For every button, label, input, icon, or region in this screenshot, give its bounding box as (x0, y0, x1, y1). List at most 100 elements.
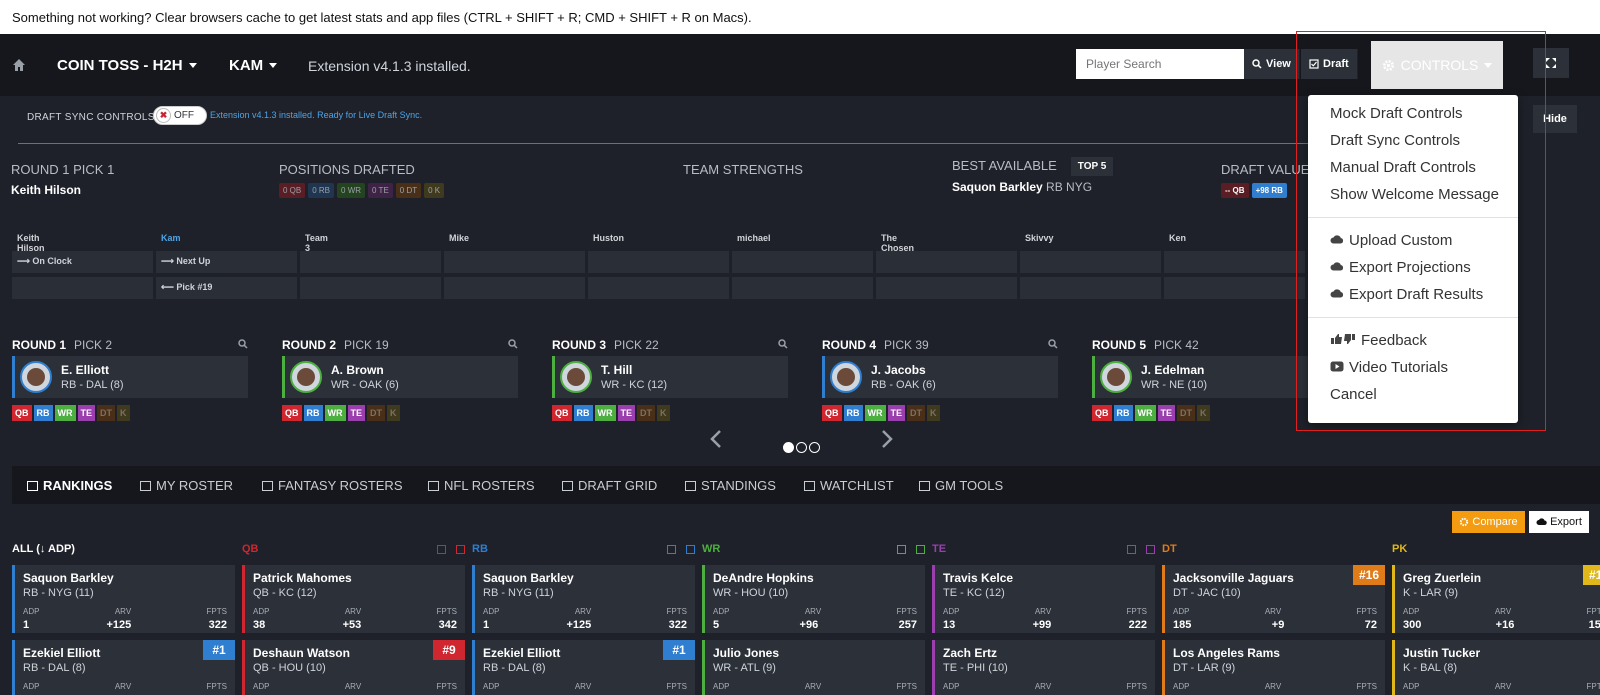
position-chip-qb[interactable]: QB (1092, 405, 1112, 421)
ranking-card[interactable]: Justin Tucker K - BAL (8) ADP ARV FPTS (1392, 640, 1600, 695)
view-button[interactable]: View (1244, 49, 1300, 79)
tab-draft-grid[interactable]: DRAFT GRID (562, 478, 657, 493)
search-icon[interactable] (508, 338, 518, 352)
position-chip-wr[interactable]: WR (864, 405, 886, 421)
cloud-download-icon (1536, 518, 1547, 525)
grid-icon[interactable] (1127, 544, 1136, 554)
compare-button[interactable]: Compare (1452, 511, 1525, 533)
position-chip-wr[interactable]: WR (324, 405, 346, 421)
position-chip-qb[interactable]: QB (822, 405, 842, 421)
position-chip-te[interactable]: TE (77, 405, 96, 421)
search-icon[interactable] (238, 338, 248, 352)
player-card[interactable]: J. Jacobs RB - OAK (6) (822, 356, 1058, 398)
ranking-card[interactable]: Julio Jones WR - ATL (9) ADP ARV FPTS (702, 640, 925, 695)
menu-item-mock-draft-controls[interactable]: Mock Draft Controls (1330, 105, 1463, 122)
ranking-card[interactable]: Travis Kelce TE - KC (12) ADP ARV FPTS 13 +99 2… (932, 565, 1155, 633)
menu-item-draft-sync-controls[interactable]: Draft Sync Controls (1330, 132, 1460, 149)
tree-icon[interactable] (1146, 544, 1155, 554)
tab-standings[interactable]: STANDINGS (685, 478, 776, 493)
ranking-card[interactable]: DeAndre Hopkins WR - HOU (10) ADP ARV FPTS 5 +… (702, 565, 925, 633)
top5-button[interactable]: TOP 5 (1070, 157, 1114, 176)
position-chip-k[interactable]: K (657, 405, 670, 421)
player-search-input[interactable] (1076, 49, 1244, 79)
team-dropdown[interactable]: KAM (229, 57, 278, 74)
position-chip-te[interactable]: TE (347, 405, 366, 421)
export-button[interactable]: Export (1529, 511, 1589, 533)
tree-icon[interactable] (456, 544, 465, 554)
home-icon[interactable] (12, 58, 26, 72)
ranking-card[interactable]: Zach Ertz TE - PHI (10) ADP ARV FPTS (932, 640, 1155, 695)
menu-item-upload-custom[interactable]: Upload Custom (1330, 232, 1452, 249)
carousel-dot[interactable] (796, 442, 807, 453)
ranking-card[interactable]: Saquon Barkley RB - NYG (11) ADP ARV FPTS 1 +1… (12, 565, 235, 633)
position-chip-k[interactable]: K (1197, 405, 1210, 421)
grid-icon[interactable] (437, 544, 446, 554)
ranking-card[interactable]: Ezekiel Elliott RB - DAL (8) ADP ARV FPTS #1 (472, 640, 695, 695)
position-chip-k[interactable]: K (927, 405, 940, 421)
league-dropdown[interactable]: COIN TOSS - H2H (57, 57, 197, 74)
position-chip-rb[interactable]: RB (573, 405, 593, 421)
menu-item-show-welcome-message[interactable]: Show Welcome Message (1330, 186, 1499, 203)
position-chip-rb[interactable]: RB (303, 405, 323, 421)
menu-item-feedback[interactable]: Feedback (1330, 332, 1427, 349)
search-icon[interactable] (1048, 338, 1058, 352)
position-chip-rb[interactable]: RB (843, 405, 863, 421)
position-chip-dt[interactable]: DT (367, 405, 386, 421)
menu-item-cancel[interactable]: Cancel (1330, 386, 1377, 403)
sync-toggle[interactable]: ✖ OFF (153, 106, 207, 125)
ranking-card[interactable]: Ezekiel Elliott RB - DAL (8) ADP ARV FPTS #1 (12, 640, 235, 695)
player-card[interactable]: A. Brown WR - OAK (6) (282, 356, 518, 398)
tab-watchlist[interactable]: WATCHLIST (804, 478, 894, 493)
ranking-card[interactable]: Patrick Mahomes QB - KC (12) ADP ARV FPTS 38 +… (242, 565, 465, 633)
tab-rankings[interactable]: RANKINGS (27, 478, 112, 493)
tree-icon[interactable] (916, 544, 925, 554)
position-chip-rb[interactable]: RB (1113, 405, 1133, 421)
ranking-card[interactable]: Deshaun Watson QB - HOU (10) ADP ARV FPTS #9 (242, 640, 465, 695)
menu-item-manual-draft-controls[interactable]: Manual Draft Controls (1330, 159, 1476, 176)
tree-icon[interactable] (686, 544, 695, 554)
carousel-dot[interactable] (809, 442, 820, 453)
carousel-dot[interactable] (783, 442, 794, 453)
hide-button[interactable]: Hide (1533, 105, 1577, 133)
menu-item-export-projections[interactable]: Export Projections (1330, 259, 1471, 276)
menu-item-video-tutorials[interactable]: Video Tutorials (1330, 359, 1448, 376)
position-chip-te[interactable]: TE (887, 405, 906, 421)
position-chip-dt[interactable]: DT (97, 405, 116, 421)
ranking-card[interactable]: Saquon Barkley RB - NYG (11) ADP ARV FPTS 1 +1… (472, 565, 695, 633)
ranking-card[interactable]: Los Angeles Rams DT - LAR (9) ADP ARV FPTS (1162, 640, 1385, 695)
fullscreen-button[interactable] (1533, 48, 1569, 78)
chevron-left-icon[interactable] (710, 430, 722, 448)
menu-item-export-draft-results[interactable]: Export Draft Results (1330, 286, 1483, 303)
position-chip-te[interactable]: TE (617, 405, 636, 421)
position-chip-rb[interactable]: RB (33, 405, 53, 421)
grid-icon[interactable] (897, 544, 906, 554)
draft-button[interactable]: Draft (1301, 49, 1358, 79)
position-chip-qb[interactable]: QB (552, 405, 572, 421)
position-chip-wr[interactable]: WR (594, 405, 616, 421)
position-chip-qb[interactable]: QB (282, 405, 302, 421)
controls-button[interactable]: CONTROLS (1371, 41, 1503, 89)
position-chip-dt[interactable]: DT (637, 405, 656, 421)
ranking-card[interactable]: Jacksonville Jaguars DT - JAC (10) ADP ARV F… (1162, 565, 1385, 633)
tab-nfl-rosters[interactable]: NFL ROSTERS (428, 478, 535, 493)
position-chip-dt[interactable]: DT (907, 405, 926, 421)
ranking-card[interactable]: Greg Zuerlein K - LAR (9) ADP ARV FPTS 300 +16… (1392, 565, 1600, 633)
player-card[interactable]: T. Hill WR - KC (12) (552, 356, 788, 398)
tab-fantasy-rosters[interactable]: FANTASY ROSTERS (262, 478, 403, 493)
position-chip-k[interactable]: K (387, 405, 400, 421)
position-chip-wr[interactable]: WR (1134, 405, 1156, 421)
tab-my-roster[interactable]: MY ROSTER (140, 478, 233, 493)
position-chip-k[interactable]: K (117, 405, 130, 421)
grid-icon[interactable] (667, 544, 676, 554)
position-chip-wr[interactable]: WR (54, 405, 76, 421)
player-name: Saquon Barkley (23, 571, 114, 585)
player-card[interactable]: J. Edelman WR - NE (10) (1092, 356, 1328, 398)
position-chip-te[interactable]: TE (1157, 405, 1176, 421)
best-name[interactable]: Saquon Barkley (952, 180, 1043, 194)
position-chip-dt[interactable]: DT (1177, 405, 1196, 421)
tab-gm-tools[interactable]: GM TOOLS (919, 478, 1003, 493)
player-card[interactable]: E. Elliott RB - DAL (8) (12, 356, 248, 398)
search-icon[interactable] (778, 338, 788, 352)
position-chip-qb[interactable]: QB (12, 405, 32, 421)
chevron-right-icon[interactable] (881, 430, 893, 448)
